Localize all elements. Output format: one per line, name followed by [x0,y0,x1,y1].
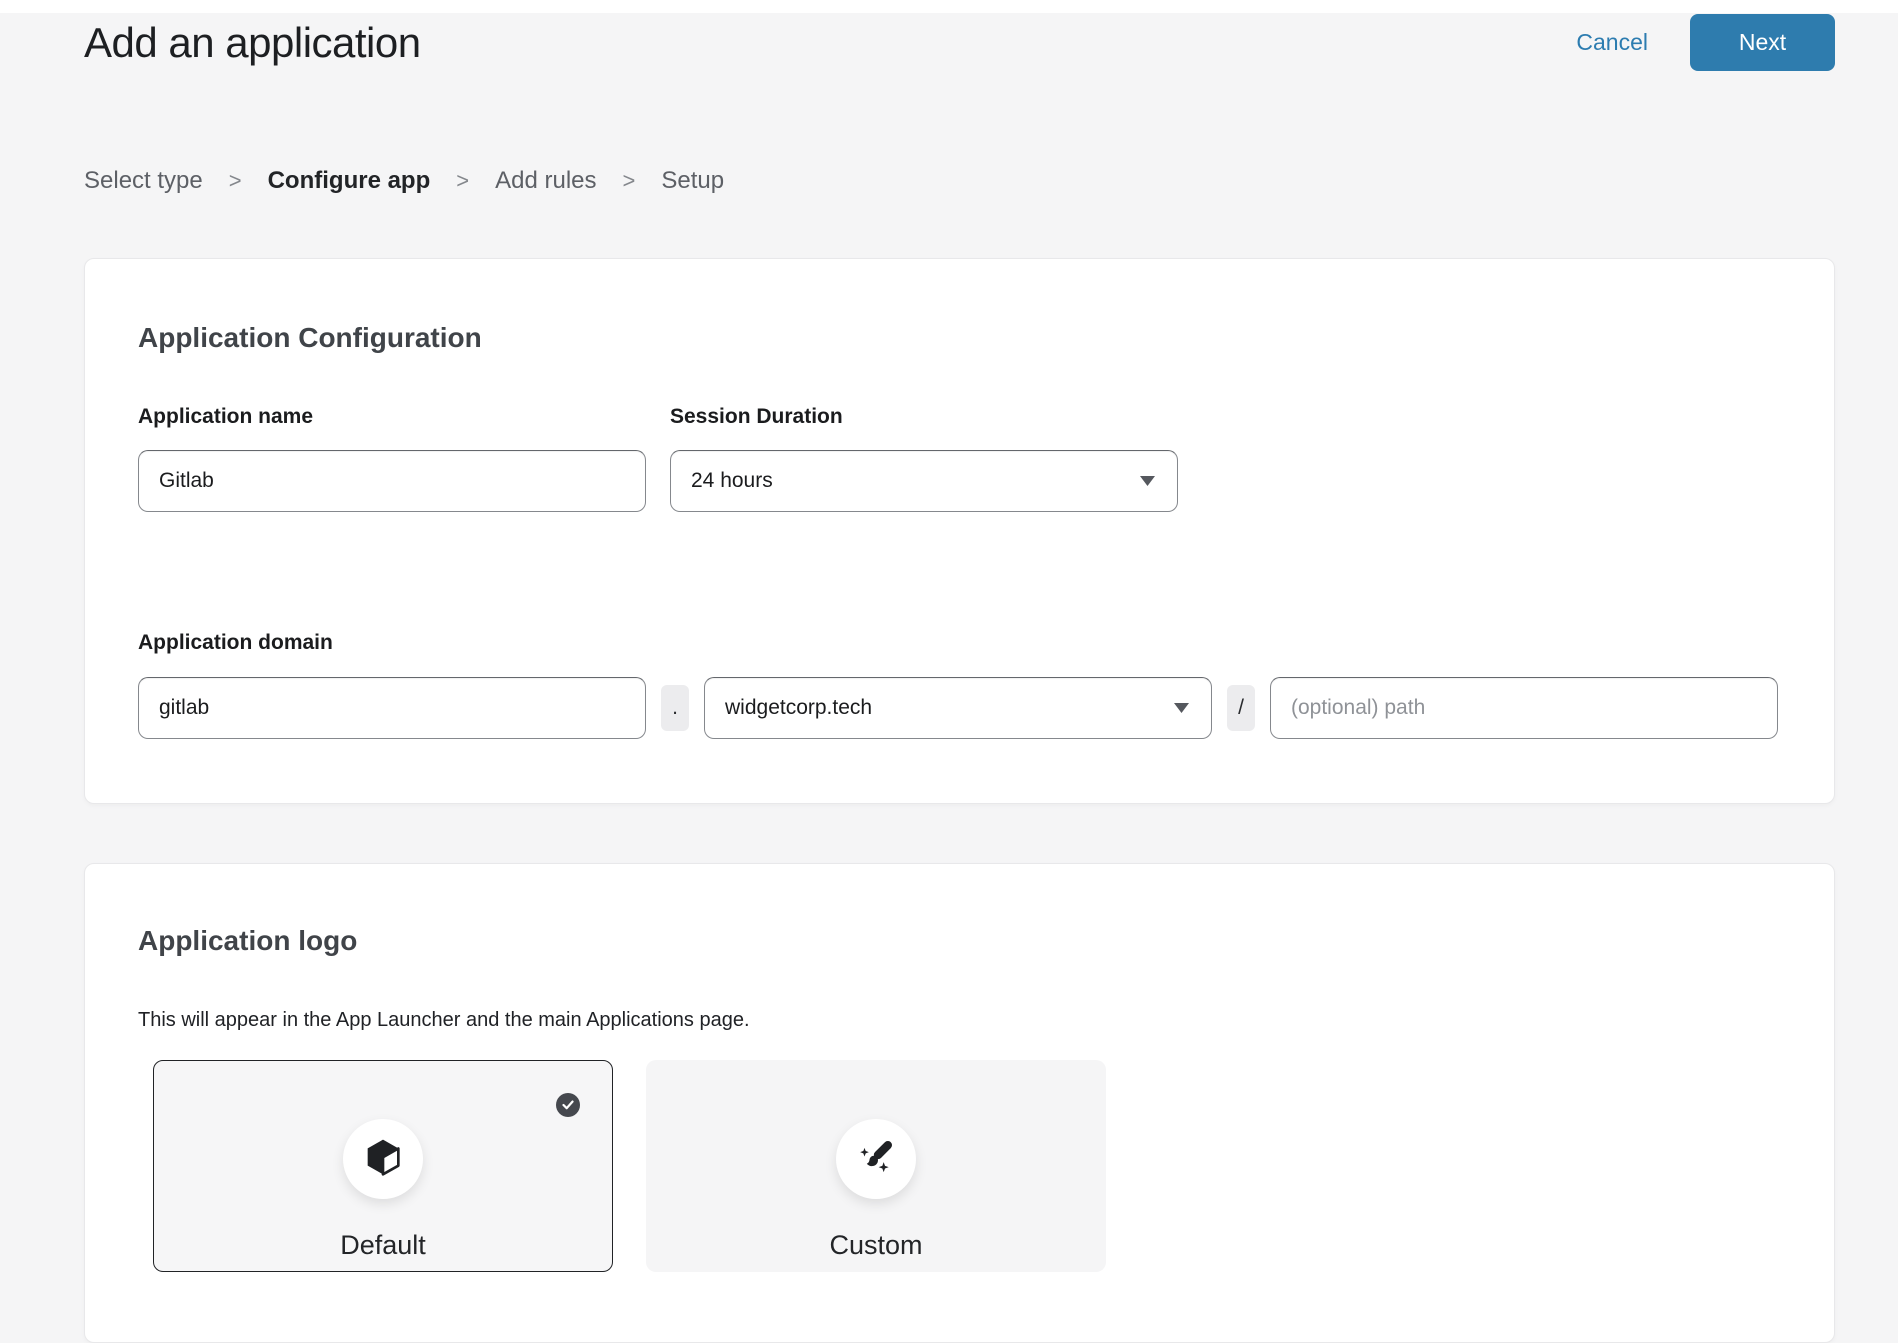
breadcrumb-separator: > [229,167,242,195]
logo-option-tiles: Default Custom [153,1060,1781,1272]
slash-separator: / [1227,685,1255,731]
breadcrumb-step-add-rules[interactable]: Add rules [495,167,596,195]
domain-value: widgetcorp.tech [725,696,872,720]
chevron-down-icon [1174,703,1189,713]
top-white-strip [0,0,1898,13]
application-logo-heading: Application logo [138,924,1781,958]
breadcrumb-step-setup[interactable]: Setup [661,167,724,195]
session-duration-select[interactable]: 24 hours [670,450,1178,512]
cancel-button[interactable]: Cancel [1576,14,1648,71]
path-input[interactable] [1270,677,1778,739]
breadcrumb-separator: > [623,167,636,195]
application-name-label: Application name [138,405,646,429]
logo-option-label: Custom [647,1230,1105,1260]
name-session-row: Application name Session Duration 24 hou… [138,405,1781,512]
header-actions: Cancel Next [1576,14,1835,71]
application-logo-description: This will appear in the App Launcher and… [138,1008,1781,1032]
breadcrumb-step-select-type[interactable]: Select type [84,167,203,195]
logo-option-default[interactable]: Default [153,1060,613,1272]
page-header: Add an application Cancel Next [84,14,1835,72]
application-logo-card: Application logo This will appear in the… [84,863,1835,1343]
custom-logo-circle [836,1119,916,1199]
application-domain-label: Application domain [138,631,1781,655]
check-icon [556,1093,580,1117]
cube-icon [363,1137,403,1182]
breadcrumb-step-configure-app[interactable]: Configure app [268,167,431,195]
page-title: Add an application [84,14,421,72]
session-duration-label: Session Duration [670,405,1178,429]
application-domain-row: . widgetcorp.tech / [138,677,1781,739]
breadcrumb: Select type > Configure app > Add rules … [84,167,1835,195]
chevron-down-icon [1140,476,1155,486]
paintbrush-icon [856,1137,896,1182]
domain-select[interactable]: widgetcorp.tech [704,677,1212,739]
application-name-field-group: Application name [138,405,646,512]
dot-separator: . [661,685,689,731]
application-name-input[interactable] [138,450,646,512]
logo-option-label: Default [154,1230,612,1260]
default-logo-circle [343,1119,423,1199]
breadcrumb-separator: > [456,167,469,195]
logo-option-custom[interactable]: Custom [646,1060,1106,1272]
session-duration-value: 24 hours [691,469,773,493]
next-button[interactable]: Next [1690,14,1835,71]
add-application-page: Add an application Cancel Next Select ty… [0,14,1898,1343]
application-configuration-heading: Application Configuration [138,321,1781,355]
application-configuration-card: Application Configuration Application na… [84,258,1835,804]
session-duration-field-group: Session Duration 24 hours [670,405,1178,512]
subdomain-input[interactable] [138,677,646,739]
